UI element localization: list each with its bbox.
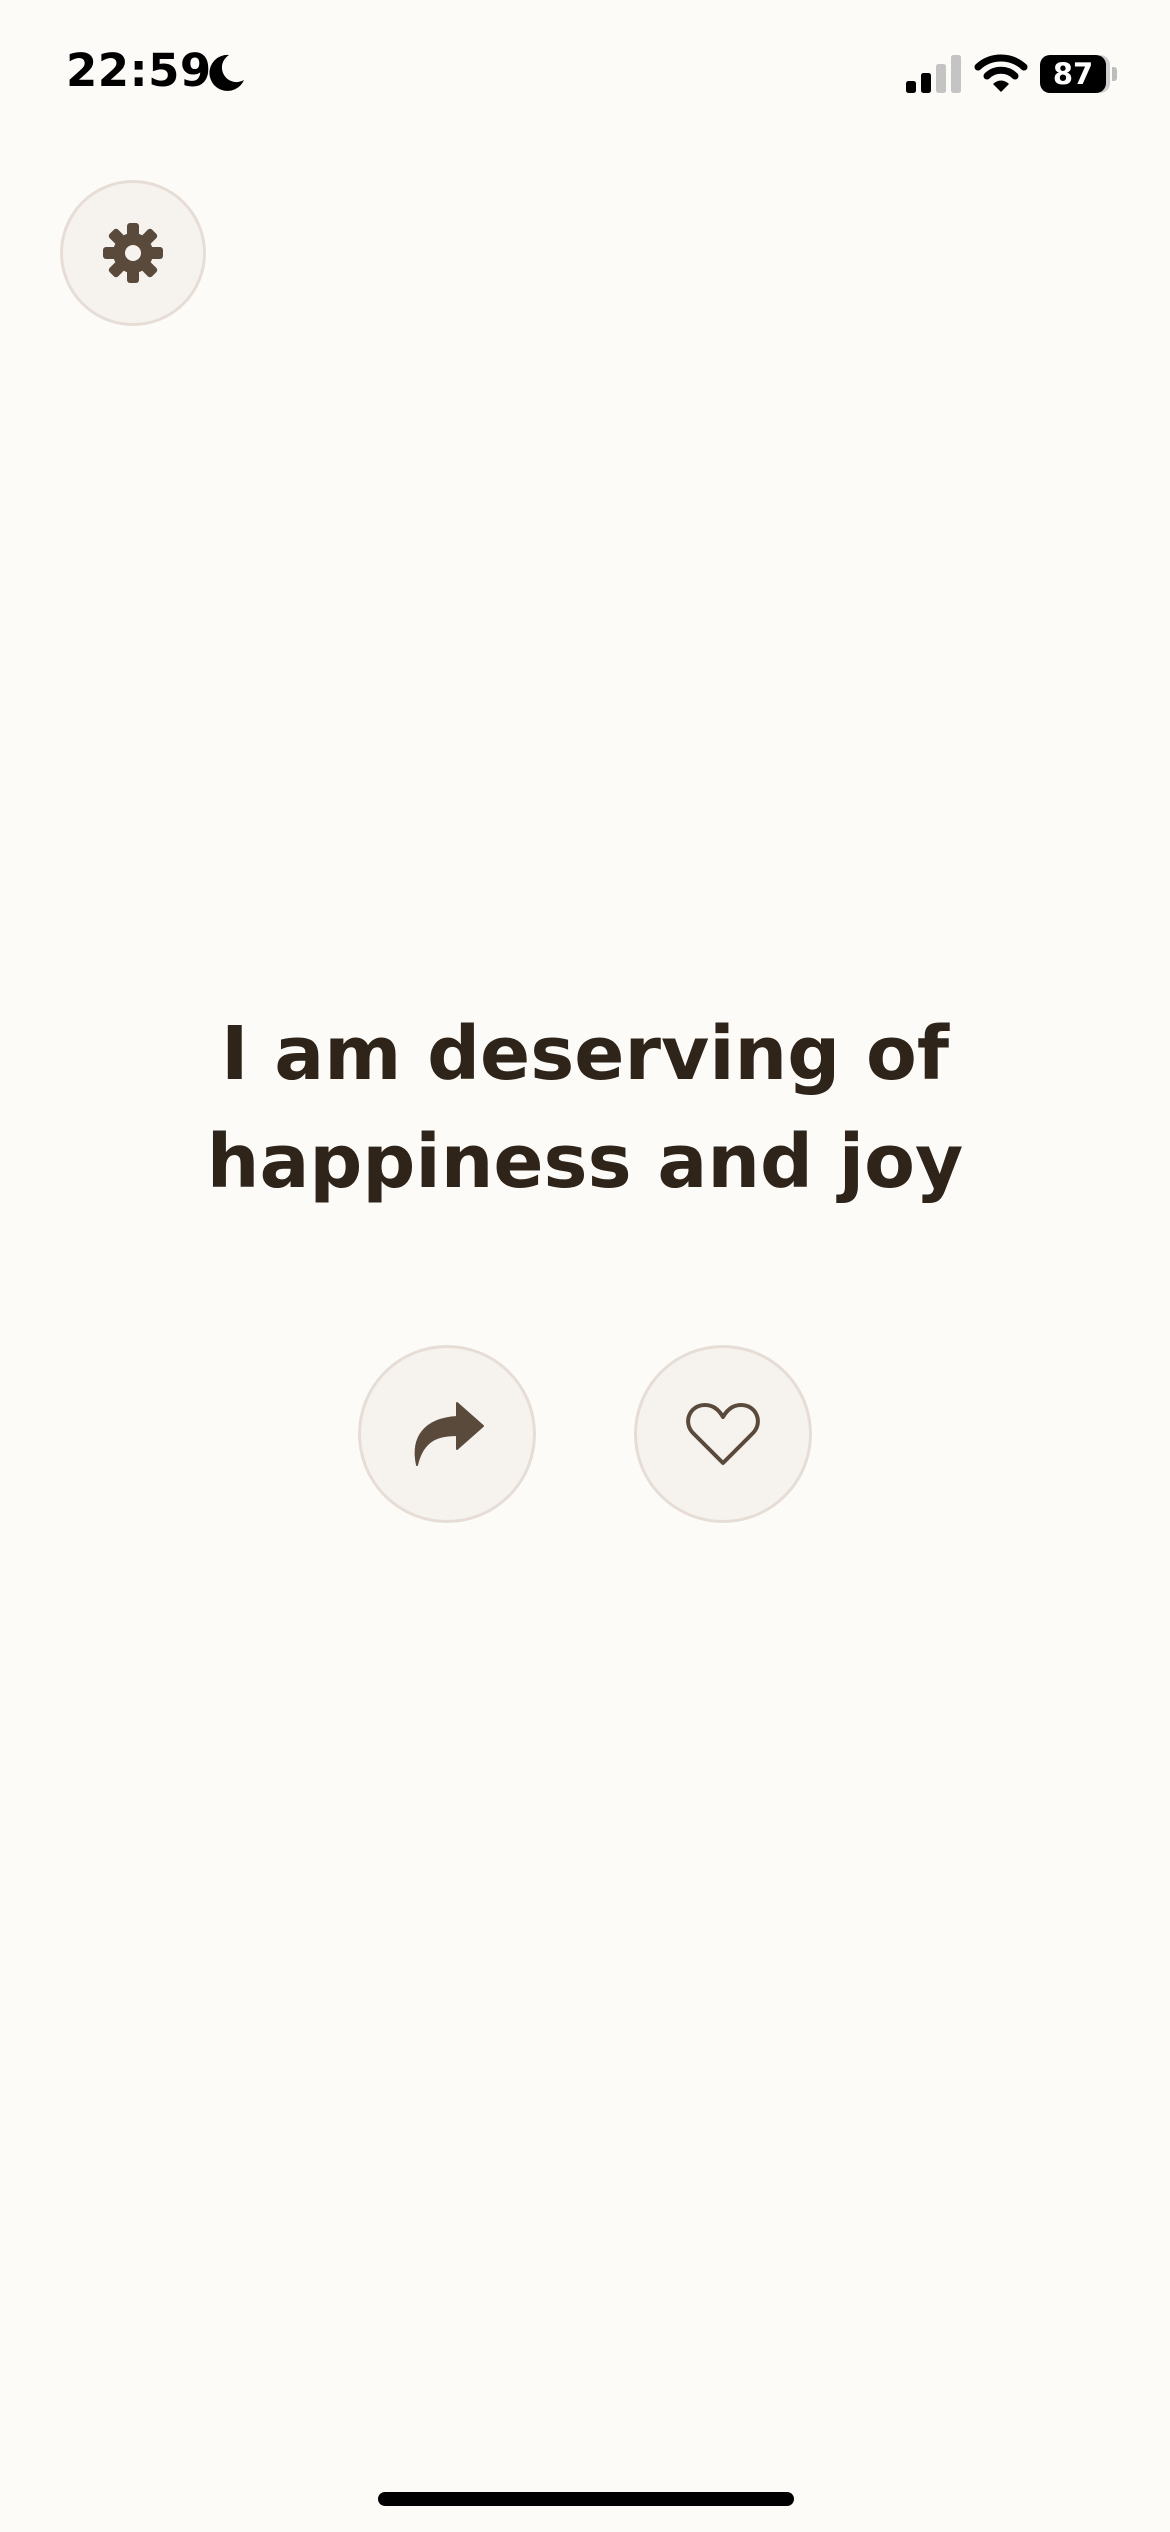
battery-level: 87 bbox=[1040, 55, 1106, 93]
cellular-signal-icon bbox=[906, 55, 961, 93]
share-button[interactable] bbox=[358, 1345, 536, 1523]
gear-icon bbox=[103, 223, 163, 283]
wifi-icon bbox=[974, 54, 1028, 92]
status-time: 22:59 bbox=[66, 44, 212, 97]
affirmation-line-1: I am deserving of bbox=[220, 1011, 950, 1097]
home-indicator[interactable] bbox=[378, 2492, 794, 2506]
status-bar: 22:59 87 bbox=[0, 0, 1170, 150]
like-button[interactable] bbox=[634, 1345, 812, 1523]
settings-button[interactable] bbox=[60, 180, 206, 326]
moon-icon bbox=[209, 54, 244, 91]
affirmation-text: I am deserving of happiness and joy bbox=[185, 1000, 985, 1216]
heart-icon bbox=[686, 1403, 760, 1465]
affirmation-line-2: happiness and joy bbox=[206, 1119, 964, 1205]
share-arrow-icon bbox=[414, 1402, 484, 1466]
battery-indicator: 87 bbox=[1040, 55, 1118, 93]
